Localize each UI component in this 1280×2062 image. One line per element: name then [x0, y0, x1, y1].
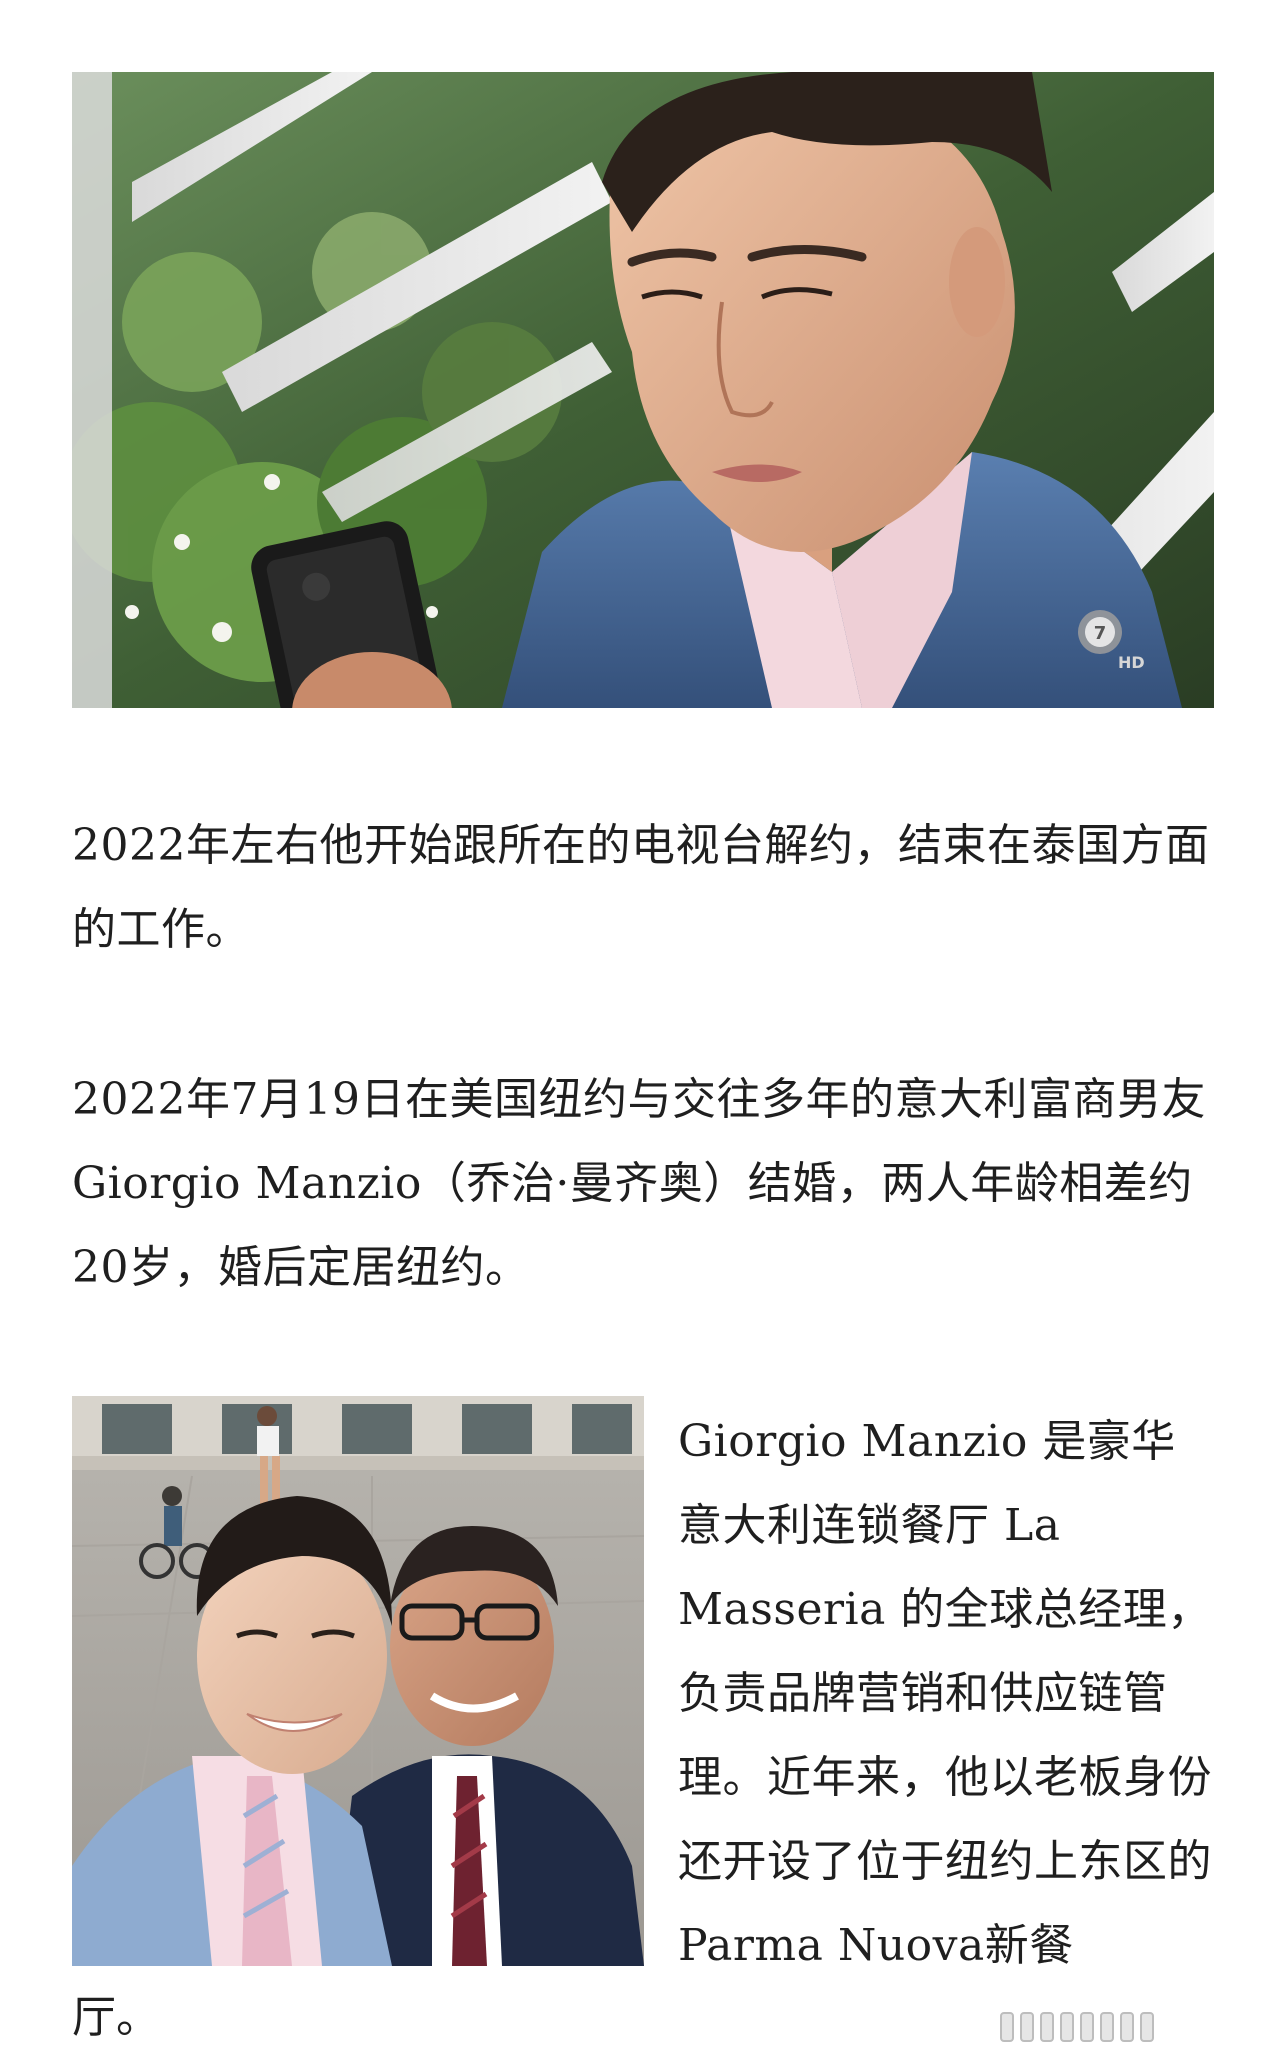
paragraph-marriage: 2022年7月19日在美国纽约与交往多年的意大利富商男友Giorgio Manz…: [72, 1074, 1206, 1293]
watermark-bar-icon: [1120, 2012, 1134, 2042]
selfie-photo: [72, 1396, 644, 1966]
svg-text:HD: HD: [1118, 653, 1145, 672]
watermark-bar-icon: [1060, 2012, 1074, 2042]
watermark-bar-icon: [1040, 2012, 1054, 2042]
paragraph-giorgio-intro: Giorgio Manzio 是豪华意大利连锁餐厅 La Masseria 的全…: [678, 1416, 1212, 1971]
svg-text:7: 7: [1094, 623, 1107, 644]
watermark-logo: [1000, 2010, 1260, 2044]
hero-photo: 7 HD: [72, 72, 1214, 708]
watermark-bar-icon: [1140, 2012, 1154, 2042]
watermark-bar-icon: [1100, 2012, 1114, 2042]
paragraph-giorgio-tail: 厅。: [72, 1992, 160, 2043]
watermark-bar-icon: [1000, 2012, 1014, 2042]
watermark-bar-icon: [1020, 2012, 1034, 2042]
watermark-bar-icon: [1080, 2012, 1094, 2042]
paragraph-contract-end: 2022年左右他开始跟所在的电视台解约，结束在泰国方面的工作。: [72, 820, 1210, 955]
